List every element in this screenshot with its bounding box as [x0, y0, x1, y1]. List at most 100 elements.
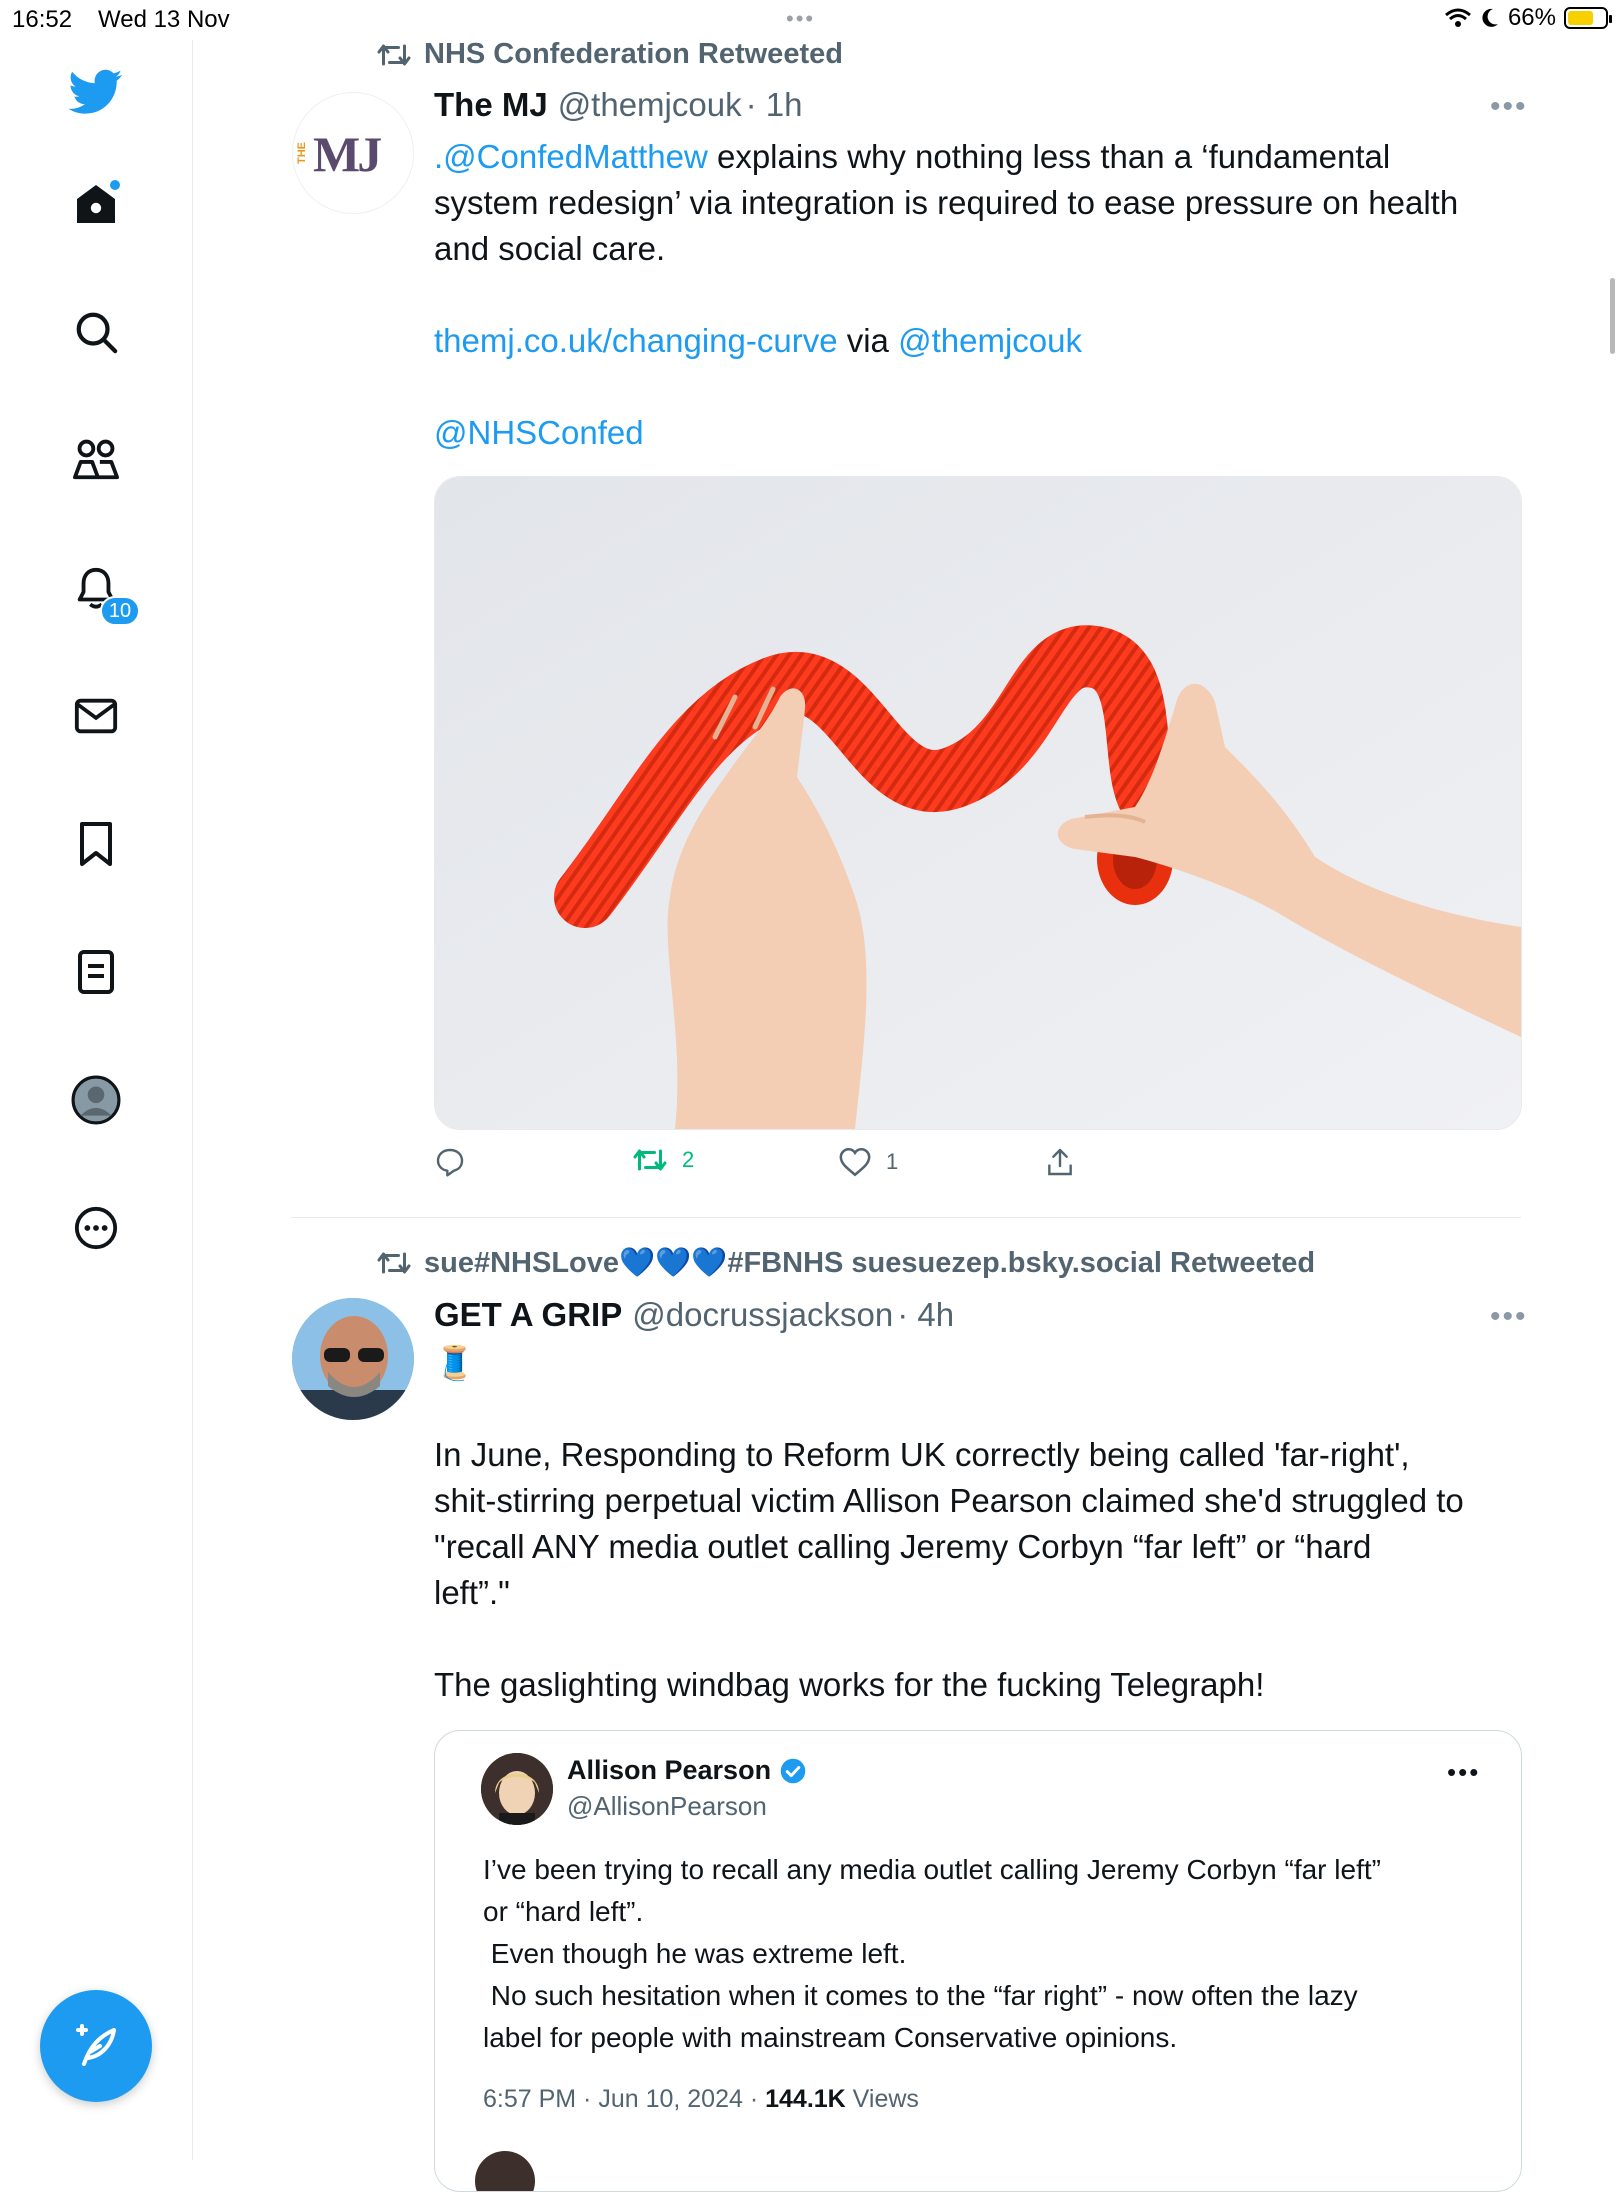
author-name[interactable]: GET A GRIP	[434, 1296, 622, 1334]
multitasking-dots-icon[interactable]: •••	[786, 6, 815, 32]
tweet-divider	[291, 1217, 1521, 1218]
retweet-icon	[377, 1252, 411, 1274]
like-count: 1	[886, 1149, 899, 1174]
author-name[interactable]: The MJ	[434, 86, 548, 124]
more-circle-icon	[74, 1206, 118, 1250]
quoted-text-line: I’ve been trying to recall any media out…	[483, 1854, 1381, 1885]
tweet-text-line: left”."	[434, 1574, 510, 1611]
article-link[interactable]: themj.co.uk/changing-curve	[434, 322, 838, 359]
quoted-author-avatar[interactable]	[481, 1753, 553, 1825]
status-right: 66%	[1444, 4, 1612, 32]
lists-icon	[78, 950, 114, 994]
sidebar-item-profile[interactable]	[68, 1072, 124, 1128]
verified-badge-icon	[780, 1758, 806, 1783]
retweet-count: 2	[682, 1147, 695, 1172]
status-date: Wed 13 Nov	[98, 6, 230, 33]
tweet-header: The MJ @themjcouk · 1h	[434, 86, 802, 124]
quoted-author-handle[interactable]: @AllisonPearson	[567, 1791, 767, 1822]
sidebar-item-more[interactable]	[68, 1200, 124, 1256]
tweet-header: GET A GRIP @docrussjackson · 4h	[434, 1296, 954, 1334]
wifi-icon	[1444, 8, 1471, 27]
quoted-author-name[interactable]: Allison Pearson	[567, 1755, 771, 1786]
twitter-bird-icon[interactable]	[68, 64, 124, 120]
share-button[interactable]	[1044, 1146, 1076, 1178]
sidebar-item-communities[interactable]	[68, 432, 124, 488]
share-icon	[1048, 1148, 1072, 1176]
quoted-author-name-row: Allison Pearson	[567, 1755, 807, 1786]
profile-avatar-icon	[71, 1075, 121, 1125]
retweet-context: NHS Confederation Retweeted	[376, 38, 843, 71]
tweet-time[interactable]: · 4h	[897, 1296, 954, 1334]
avatar-logo-text: MJ	[313, 126, 382, 182]
tweet-media-image[interactable]	[434, 476, 1522, 1130]
bookmark-icon	[80, 822, 112, 866]
avatar-side-label: THE	[296, 142, 308, 164]
retweet-icon	[633, 1149, 667, 1171]
like-button[interactable]: 1	[838, 1146, 898, 1178]
quoted-text-line: or “hard left”.	[483, 1896, 644, 1927]
tweet-time[interactable]: · 1h	[746, 86, 803, 124]
quoted-author-photo	[481, 1753, 553, 1825]
retweet-button[interactable]: 2	[632, 1146, 694, 1174]
battery-icon	[1564, 7, 1612, 29]
notifications-badge: 10	[100, 596, 140, 626]
author-avatar[interactable]: THE MJ	[292, 92, 414, 214]
search-icon	[76, 312, 118, 354]
quoted-timestamp: 6:57 PM · Jun 10, 2024 ·	[483, 2085, 766, 2113]
mention-link[interactable]: .@ConfedMatthew	[434, 138, 708, 175]
battery-percent: 66%	[1507, 4, 1556, 31]
sidebar-item-messages[interactable]	[68, 688, 124, 744]
tweet-text-line: The gaslighting windbag works for the fu…	[434, 1666, 1265, 1703]
home-unread-dot	[110, 180, 120, 190]
scrollbar[interactable]	[1610, 278, 1615, 354]
quoted-views-count: 144.1K	[765, 2085, 846, 2113]
quoted-text-line: No such hesitation when it comes to the …	[483, 1980, 1358, 2011]
tweet-text-line: system redesign’ via integration is requ…	[434, 184, 1459, 221]
thread-emoji: 🧵	[434, 1344, 476, 1381]
tweet-more-icon[interactable]: •••	[1490, 1300, 1528, 1334]
tweet-text-line: explains why nothing less than a ‘fundam…	[707, 138, 1391, 175]
pop-tube-hands-photo	[435, 477, 1521, 1129]
sidebar: 10	[0, 40, 193, 2160]
quoted-text-line: label for people with mainstream Conserv…	[483, 2022, 1178, 2053]
tweet-text-line: "recall ANY media outlet calling Jeremy …	[434, 1528, 1372, 1565]
communities-icon	[72, 439, 119, 480]
quoted-tweet-card[interactable]: Allison Pearson @AllisonPearson ••• I’ve…	[434, 1730, 1522, 2192]
tag-mention-link[interactable]: @NHSConfed	[434, 414, 644, 451]
status-time: 16:52	[12, 6, 73, 33]
tweet-text-line: In June, Responding to Reform UK correct…	[434, 1436, 1410, 1473]
next-quoted-avatar	[475, 2151, 535, 2191]
author-handle[interactable]: @themjcouk	[558, 86, 742, 124]
retweet-context: sue#NHSLove💙💙💙#FBNHS suesuezep.bsky.soci…	[376, 1246, 1315, 1280]
tweet-text: 🧵 In June, Responding to Reform UK corre…	[434, 1340, 1534, 1708]
tweet-actions: 2 1	[434, 1146, 1134, 1186]
mail-icon	[74, 698, 118, 734]
moon-icon	[1482, 8, 1498, 27]
sidebar-item-lists[interactable]	[68, 944, 124, 1000]
compose-feather-icon	[76, 2024, 116, 2066]
reply-button[interactable]	[434, 1146, 480, 1178]
sidebar-item-bookmarks[interactable]	[68, 816, 124, 872]
quoted-more-icon[interactable]: •••	[1447, 1757, 1480, 1788]
quoted-views-label: Views	[845, 2085, 919, 2113]
status-bar: 16:52 Wed 13 Nov ••• 66%	[0, 0, 1620, 40]
quoted-tweet-meta: 6:57 PM · Jun 10, 2024 · 144.1K Views	[483, 2085, 919, 2114]
tweet-text-line: shit-stirring perpetual victim Allison P…	[434, 1482, 1464, 1519]
sidebar-item-home[interactable]	[68, 176, 124, 232]
sidebar-item-explore[interactable]	[68, 304, 124, 360]
heart-icon	[839, 1147, 871, 1177]
author-handle[interactable]: @docrussjackson	[632, 1296, 893, 1334]
author-avatar[interactable]	[292, 1298, 414, 1420]
tweet-text-line: and social care.	[434, 230, 666, 267]
compose-tweet-button[interactable]	[40, 1990, 152, 2102]
quoted-tweet-text: I’ve been trying to recall any media out…	[483, 1849, 1493, 2059]
via-label: via	[837, 322, 899, 359]
retweeted-by-label[interactable]: NHS Confederation Retweeted	[424, 38, 843, 71]
reply-icon	[436, 1148, 464, 1177]
retweet-icon	[377, 44, 411, 65]
author-photo	[292, 1298, 414, 1420]
tweet-text: .@ConfedMatthew explains why nothing les…	[434, 134, 1524, 456]
retweeted-by-label[interactable]: sue#NHSLove💙💙💙#FBNHS suesuezep.bsky.soci…	[424, 1246, 1315, 1280]
tweet-more-icon[interactable]: •••	[1490, 90, 1528, 124]
via-mention-link[interactable]: @themjcouk	[898, 322, 1082, 359]
